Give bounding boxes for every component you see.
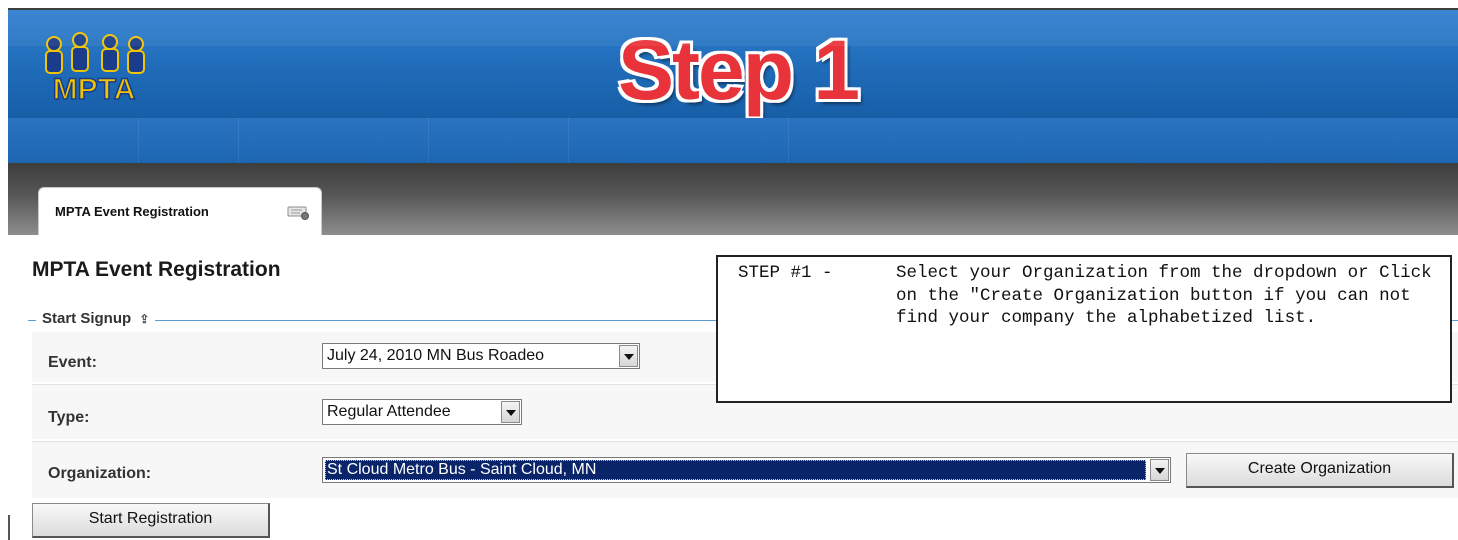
- event-select[interactable]: July 24, 2010 MN Bus Roadeo: [322, 343, 640, 369]
- left-border: [8, 515, 10, 540]
- step-title: Step 1: [616, 23, 861, 117]
- start-registration-button[interactable]: Start Registration: [32, 503, 270, 538]
- organization-select-value: St Cloud Metro Bus - Saint Cloud, MN: [327, 461, 597, 478]
- nav-separator: [238, 118, 239, 163]
- chevron-down-icon[interactable]: [501, 401, 520, 423]
- callout-step-prefix: STEP #1 -: [738, 263, 833, 283]
- instruction-callout: STEP #1 - Select your Organization from …: [716, 255, 1452, 403]
- callout-text: Select your Organization from the dropdo…: [896, 263, 1432, 328]
- tab-label: MPTA Event Registration: [55, 204, 209, 219]
- type-select[interactable]: Regular Attendee: [322, 399, 522, 425]
- tab-settings-icon[interactable]: [287, 206, 311, 220]
- chevron-down-icon[interactable]: [1150, 459, 1169, 481]
- nav-separator: [788, 118, 789, 163]
- app-header: MPTA Step 1: [8, 8, 1458, 120]
- tab-strip: MPTA Event Registration: [8, 163, 1458, 235]
- type-select-value: Regular Attendee: [327, 403, 451, 420]
- chevron-down-icon[interactable]: [619, 345, 638, 367]
- collapse-up-icon[interactable]: ⇪: [139, 312, 149, 326]
- nav-separator: [428, 118, 429, 163]
- tab-mpta-event-registration[interactable]: MPTA Event Registration: [38, 187, 322, 235]
- type-label: Type:: [48, 409, 90, 426]
- nav-separator: [568, 118, 569, 163]
- logo-text: MPTA: [53, 73, 136, 106]
- nav-bar: [8, 118, 1458, 164]
- page-title: MPTA Event Registration: [32, 258, 281, 281]
- section-legend[interactable]: Start Signup ⇪: [36, 310, 156, 327]
- event-label: Event:: [48, 354, 97, 371]
- mpta-logo[interactable]: MPTA: [32, 24, 162, 114]
- organization-label: Organization:: [48, 465, 152, 482]
- organization-select[interactable]: St Cloud Metro Bus - Saint Cloud, MN: [322, 457, 1171, 483]
- event-select-value: July 24, 2010 MN Bus Roadeo: [327, 347, 545, 364]
- section-legend-label: Start Signup: [42, 310, 132, 327]
- nav-separator: [138, 118, 139, 163]
- create-organization-button[interactable]: Create Organization: [1186, 453, 1454, 488]
